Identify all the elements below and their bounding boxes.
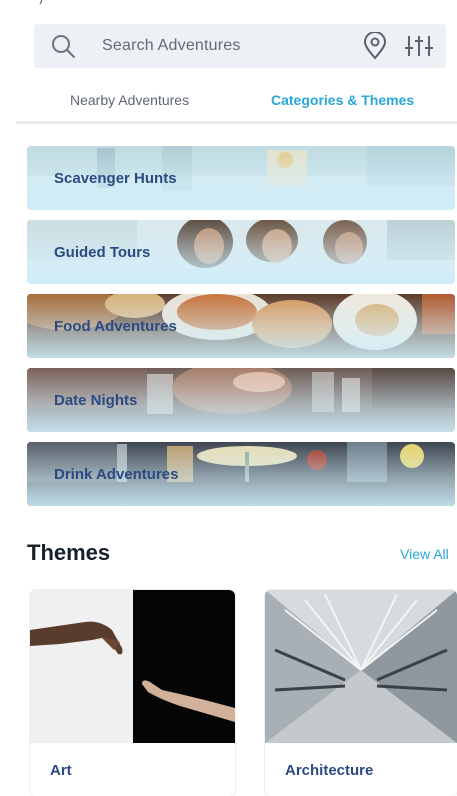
tab-bar: Nearby Adventures Categories & Themes (16, 80, 457, 124)
tab-nearby-adventures[interactable]: Nearby Adventures (70, 92, 189, 108)
category-card-date-nights[interactable]: Date Nights (27, 368, 455, 432)
location-pin-icon[interactable] (362, 32, 388, 60)
category-card-drink-adventures[interactable]: Drink Adventures (27, 442, 455, 506)
theme-label: Architecture (285, 762, 374, 779)
category-card-guided-tours[interactable]: Guided Tours (27, 220, 455, 284)
category-card-scavenger-hunts[interactable]: Scavenger Hunts (27, 146, 455, 210)
category-card-food-adventures[interactable]: Food Adventures (27, 294, 455, 358)
search-input[interactable]: Search Adventures (102, 37, 241, 55)
status-bar-fragment (39, 0, 43, 4)
view-all-link[interactable]: View All (400, 546, 449, 562)
category-label: Date Nights (54, 392, 138, 409)
theme-card-architecture[interactable]: Architecture (265, 590, 457, 796)
category-label: Guided Tours (54, 244, 151, 261)
theme-image-architecture (265, 590, 457, 743)
tab-categories-themes[interactable]: Categories & Themes (271, 92, 414, 108)
search-bar[interactable]: Search Adventures (34, 24, 446, 68)
category-label: Food Adventures (54, 318, 177, 335)
theme-image-art (30, 590, 235, 743)
filter-sliders-icon[interactable] (404, 33, 434, 59)
themes-heading: Themes (27, 540, 111, 565)
search-icon[interactable] (50, 33, 76, 59)
category-list: Scavenger Hunts Guided Tours Food Advent… (27, 146, 455, 516)
theme-card-art[interactable]: Art (30, 590, 235, 796)
theme-label: Art (50, 762, 72, 779)
category-label: Scavenger Hunts (54, 170, 177, 187)
category-label: Drink Adventures (54, 466, 179, 483)
